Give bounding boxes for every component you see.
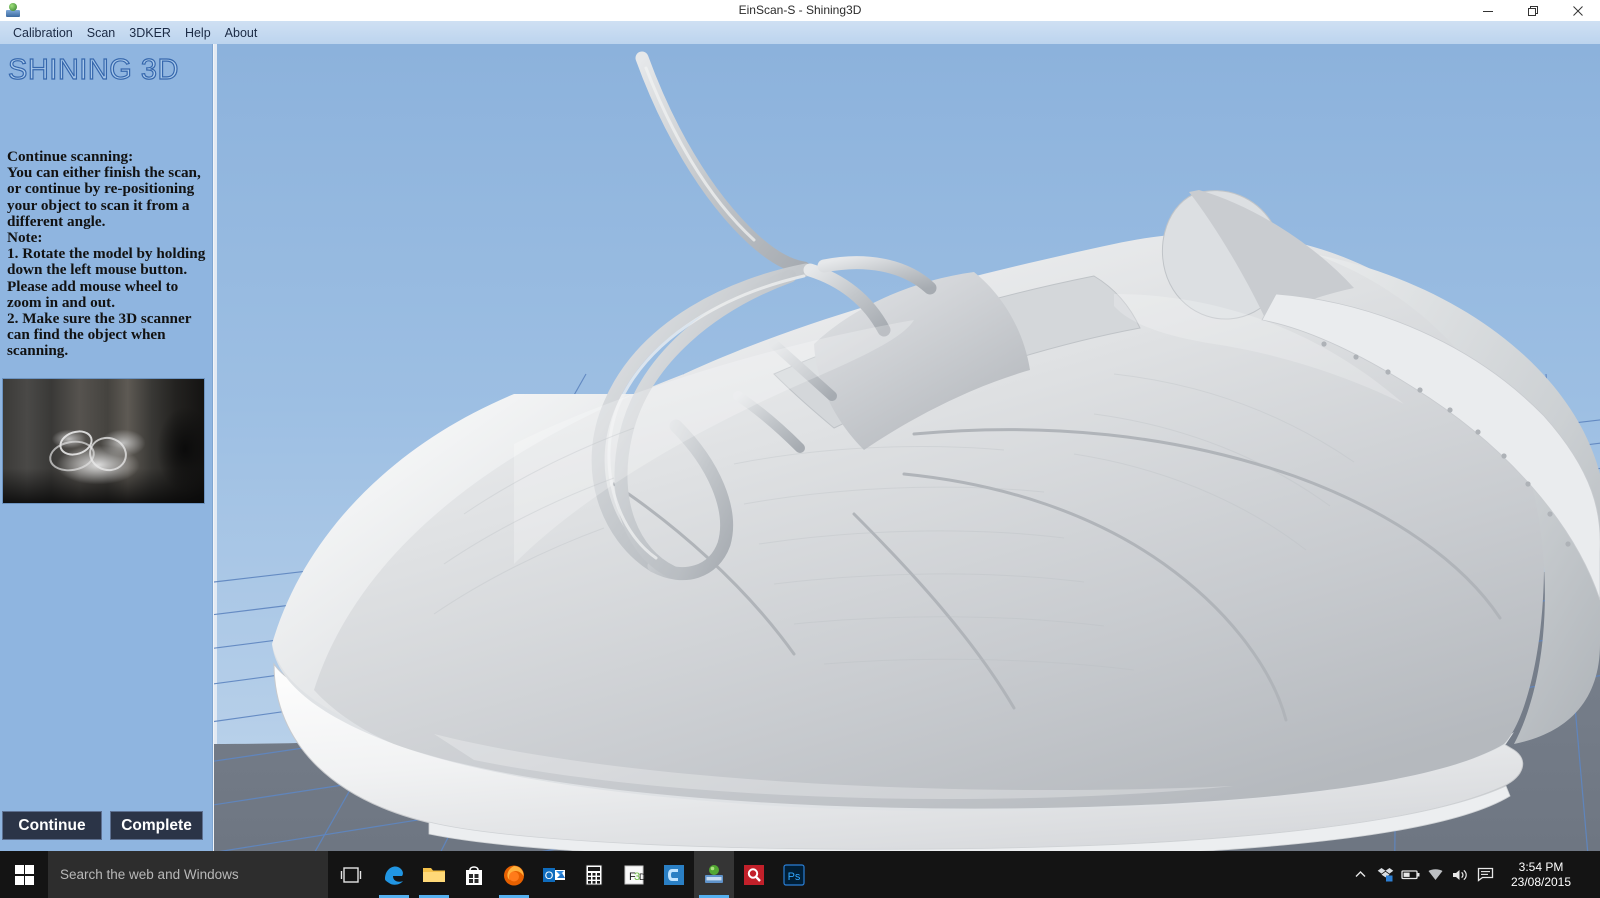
complete-button[interactable]: Complete <box>110 811 203 840</box>
desktop: EinScan-S - Shining3D Calibration Scan 3… <box>0 0 1600 898</box>
dropbox-icon <box>1377 868 1394 882</box>
svg-text:D: D <box>639 872 646 882</box>
taskbar-app-store[interactable] <box>454 851 494 898</box>
viewport-canvas[interactable] <box>214 44 1600 851</box>
show-desktop-button[interactable] <box>1584 851 1600 898</box>
windows-taskbar: Search the web and Windows O F 3 D Ps 3:… <box>0 851 1600 898</box>
wifi-icon <box>1428 868 1443 880</box>
scanned-shoe-model[interactable] <box>272 51 1600 851</box>
taskbar-app-firefox[interactable] <box>494 851 534 898</box>
app-icon <box>2 0 24 21</box>
search-input[interactable]: Search the web and Windows <box>48 851 328 898</box>
outlook-icon: O <box>543 867 565 882</box>
instruction-line: can find the object when <box>7 326 166 344</box>
clock[interactable]: 3:54 PM 23/08/2015 <box>1498 851 1584 898</box>
instruction-line: 1. Rotate the model by holding <box>7 245 206 263</box>
scan-preview-thumbnail <box>2 378 205 504</box>
instruction-line: down the left mouse button. <box>7 261 188 279</box>
battery-icon <box>1400 870 1419 880</box>
chevron-up-icon <box>1355 871 1366 877</box>
task-view-button[interactable] <box>328 851 374 898</box>
taskbar-app-photoshop[interactable]: Ps <box>774 851 814 898</box>
instruction-line: different angle. <box>7 212 106 230</box>
volume-icon <box>1453 869 1467 880</box>
clock-date: 23/08/2015 <box>1510 874 1572 889</box>
sidebar-button-row: Continue Complete <box>0 811 213 840</box>
menu-item-3dker[interactable]: 3DKER <box>122 24 178 42</box>
cura-icon <box>664 864 684 885</box>
clock-time: 3:54 PM <box>1518 859 1564 874</box>
instruction-line: Please add mouse wheel to <box>7 277 179 295</box>
taskbar-app-search-red[interactable] <box>734 851 774 898</box>
taskbar-app-outlook[interactable]: O <box>534 851 574 898</box>
shining3d-logo: SHINING 3D <box>7 53 179 86</box>
window-controls <box>1465 0 1600 21</box>
instruction-line: 2. Make sure the 3D scanner <box>7 310 192 328</box>
windows-logo-icon <box>14 865 34 885</box>
restore-button[interactable] <box>1510 0 1555 21</box>
search-placeholder: Search the web and Windows <box>60 867 239 882</box>
close-button[interactable] <box>1555 0 1600 21</box>
minimize-button[interactable] <box>1465 0 1510 21</box>
taskbar-app-einscan[interactable] <box>694 851 734 898</box>
einscan-icon <box>705 864 723 883</box>
menu-item-about[interactable]: About <box>218 24 265 42</box>
svg-text:O: O <box>545 870 554 882</box>
sidebar: SHINING 3D Continue scanning: You can ei… <box>0 44 213 851</box>
menu-item-calibration[interactable]: Calibration <box>6 24 80 42</box>
taskbar-app-file-explorer[interactable] <box>414 851 454 898</box>
instruction-line: zoom in and out. <box>7 293 116 311</box>
continue-button[interactable]: Continue <box>2 811 102 840</box>
menu-item-help[interactable]: Help <box>178 24 218 42</box>
menu-item-scan[interactable]: Scan <box>80 24 123 42</box>
taskbar-app-cura[interactable] <box>654 851 694 898</box>
wifi-tray-icon[interactable] <box>1423 851 1448 898</box>
folder-icon <box>423 867 445 882</box>
store-bag-icon <box>466 865 482 885</box>
taskbar-app-calculator[interactable] <box>574 851 614 898</box>
show-hidden-icons-button[interactable] <box>1348 851 1373 898</box>
search-app-icon <box>744 864 764 885</box>
edge-icon <box>385 866 403 885</box>
calculator-icon <box>585 864 603 885</box>
menubar: Calibration Scan 3DKER Help About <box>0 21 1600 44</box>
instruction-line: Continue scanning: <box>7 148 134 165</box>
start-button[interactable] <box>0 851 48 898</box>
volume-tray-icon[interactable] <box>1448 851 1473 898</box>
instruction-line: or continue by re-positioning <box>7 180 195 198</box>
instruction-line: scanning. <box>7 342 69 360</box>
firefox-icon <box>504 865 524 885</box>
instruction-panel: Continue scanning: You can either finish… <box>7 148 212 360</box>
taskbar-app-edge[interactable] <box>374 851 414 898</box>
window-title: EinScan-S - Shining3D <box>738 3 862 17</box>
battery-tray-icon[interactable] <box>1398 851 1423 898</box>
task-view-icon <box>340 866 362 883</box>
action-center-button[interactable] <box>1473 851 1498 898</box>
3d-viewport[interactable] <box>214 44 1600 851</box>
f3d-icon: F 3 D <box>624 865 646 884</box>
taskbar-apps: O F 3 D Ps <box>374 851 814 898</box>
window-titlebar: EinScan-S - Shining3D <box>0 0 1600 21</box>
action-center-icon <box>1477 867 1494 882</box>
svg-text:Ps: Ps <box>788 871 801 883</box>
instruction-line: You can either finish the scan, <box>7 164 201 182</box>
instruction-line: your object to scan it from a <box>7 196 190 214</box>
instruction-line: Note: <box>7 229 43 247</box>
dropbox-tray-icon[interactable] <box>1373 851 1398 898</box>
system-tray: 3:54 PM 23/08/2015 <box>1348 851 1600 898</box>
taskbar-app-fusion360[interactable]: F 3 D <box>614 851 654 898</box>
photoshop-icon: Ps <box>783 863 805 886</box>
main-area: SHINING 3D Continue scanning: You can ei… <box>0 44 1600 851</box>
